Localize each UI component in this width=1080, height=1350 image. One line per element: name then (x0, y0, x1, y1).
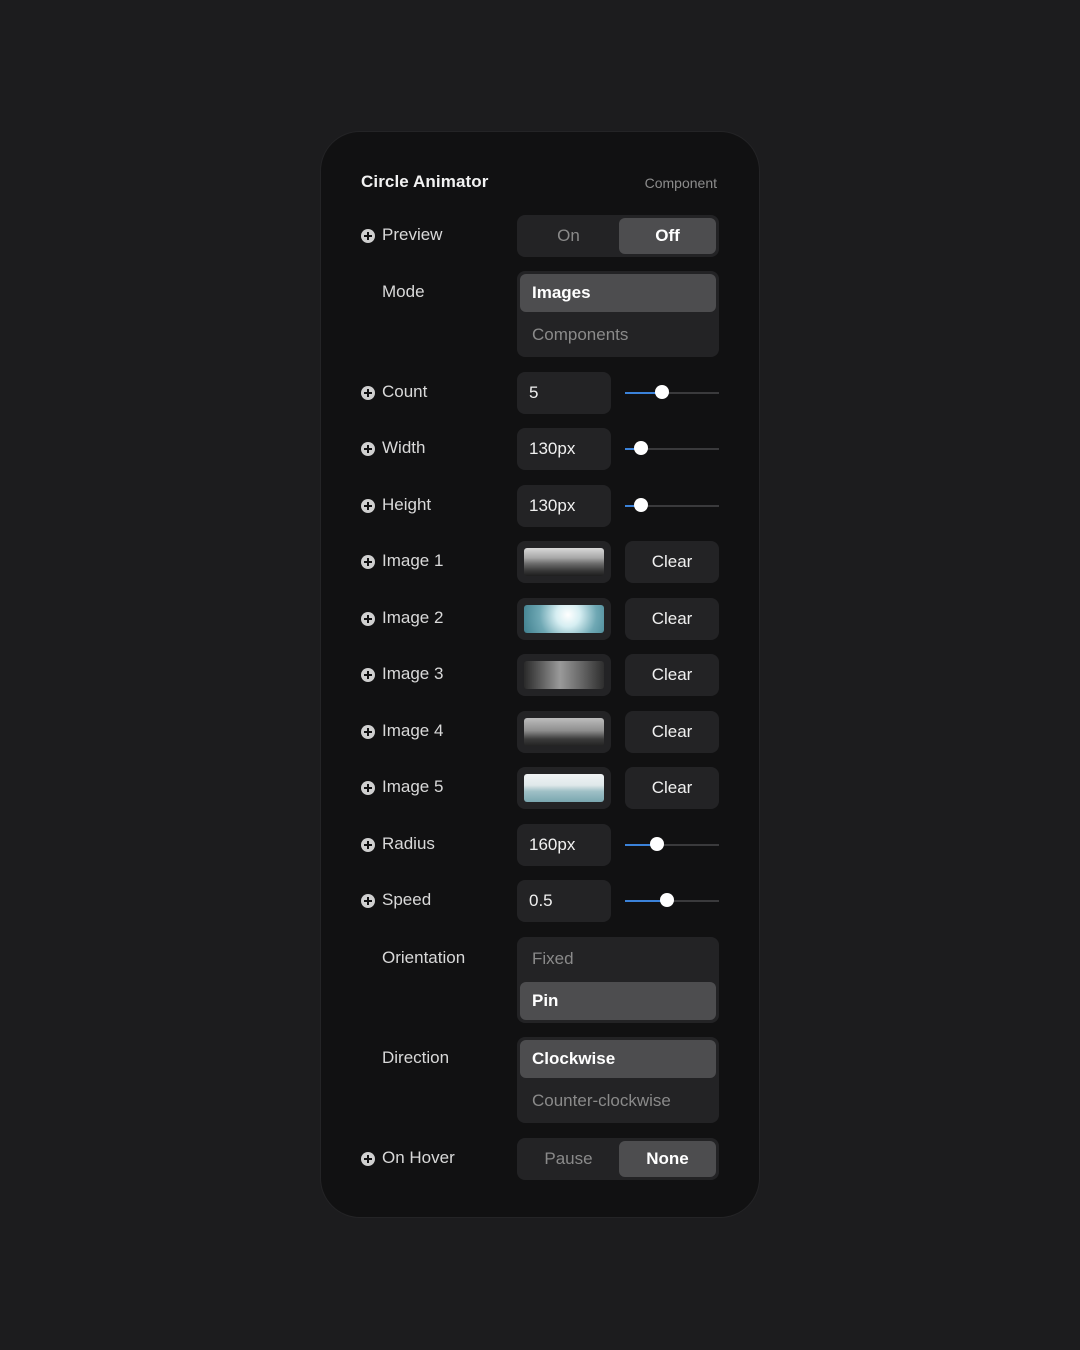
add-icon[interactable] (361, 442, 375, 456)
direction-clockwise-option[interactable]: Clockwise (520, 1040, 716, 1078)
count-label: Count (382, 382, 428, 401)
add-icon[interactable] (361, 1152, 375, 1166)
on-hover-pause-option[interactable]: Pause (520, 1141, 617, 1177)
preview-toggle[interactable]: On Off (517, 215, 719, 257)
clear-image-5-button[interactable]: Clear (625, 767, 719, 809)
panel-title: Circle Animator (361, 172, 489, 191)
orientation-pin-option[interactable]: Pin (520, 982, 716, 1020)
image-3-thumbnail (524, 661, 604, 689)
image-4-label: Image 4 (382, 721, 444, 740)
speed-slider[interactable] (625, 893, 719, 909)
orientation-selector[interactable]: Fixed Pin (517, 937, 719, 1023)
count-input[interactable]: 5 (517, 372, 611, 414)
slider-thumb[interactable] (634, 498, 648, 512)
add-icon[interactable] (361, 781, 375, 795)
image-2-thumbnail (524, 605, 604, 633)
mode-images-option[interactable]: Images (520, 274, 716, 312)
slider-thumb[interactable] (634, 441, 648, 455)
direction-counter-clockwise-option[interactable]: Counter-clockwise (520, 1082, 716, 1120)
preview-label: Preview (382, 225, 443, 244)
speed-input[interactable]: 0.5 (517, 880, 611, 922)
slider-thumb[interactable] (650, 837, 664, 851)
mode-selector[interactable]: Images Components (517, 271, 719, 357)
clear-image-2-button[interactable]: Clear (625, 598, 719, 640)
image-1-picker[interactable] (517, 541, 611, 583)
direction-label: Direction (382, 1048, 450, 1067)
add-icon[interactable] (361, 386, 375, 400)
radius-label: Radius (382, 834, 435, 853)
width-label: Width (382, 438, 426, 457)
image-1-thumbnail (524, 548, 604, 576)
height-slider[interactable] (625, 498, 719, 514)
image-4-thumbnail (524, 718, 604, 746)
image-4-picker[interactable] (517, 711, 611, 753)
on-hover-toggle[interactable]: Pause None (517, 1138, 719, 1180)
image-3-label: Image 3 (382, 664, 444, 683)
count-slider[interactable] (625, 385, 719, 401)
mode-label: Mode (382, 282, 425, 301)
radius-input[interactable]: 160px (517, 824, 611, 866)
image-3-picker[interactable] (517, 654, 611, 696)
image-2-picker[interactable] (517, 598, 611, 640)
speed-label: Speed (382, 890, 432, 909)
direction-selector[interactable]: Clockwise Counter-clockwise (517, 1037, 719, 1123)
properties-panel: Circle Animator Component Preview On Off… (320, 131, 760, 1218)
image-5-thumbnail (524, 774, 604, 802)
height-label: Height (382, 495, 432, 514)
preview-on-option[interactable]: On (520, 218, 617, 254)
image-5-picker[interactable] (517, 767, 611, 809)
height-input[interactable]: 130px (517, 485, 611, 527)
panel-subtitle: Component (644, 175, 717, 191)
on-hover-none-option[interactable]: None (619, 1141, 716, 1177)
add-icon[interactable] (361, 725, 375, 739)
orientation-fixed-option[interactable]: Fixed (520, 940, 716, 978)
on-hover-label: On Hover (382, 1148, 455, 1167)
width-input[interactable]: 130px (517, 428, 611, 470)
width-slider[interactable] (625, 441, 719, 457)
image-2-label: Image 2 (382, 608, 444, 627)
add-icon[interactable] (361, 229, 375, 243)
radius-slider[interactable] (625, 837, 719, 853)
clear-image-3-button[interactable]: Clear (625, 654, 719, 696)
preview-off-option[interactable]: Off (619, 218, 716, 254)
image-1-label: Image 1 (382, 551, 444, 570)
add-icon[interactable] (361, 838, 375, 852)
image-5-label: Image 5 (382, 777, 444, 796)
add-icon[interactable] (361, 612, 375, 626)
clear-image-1-button[interactable]: Clear (625, 541, 719, 583)
orientation-label: Orientation (382, 948, 466, 967)
add-icon[interactable] (361, 499, 375, 513)
slider-thumb[interactable] (660, 893, 674, 907)
add-icon[interactable] (361, 894, 375, 908)
clear-image-4-button[interactable]: Clear (625, 711, 719, 753)
slider-thumb[interactable] (655, 385, 669, 399)
add-icon[interactable] (361, 668, 375, 682)
add-icon[interactable] (361, 555, 375, 569)
mode-components-option[interactable]: Components (520, 316, 716, 354)
